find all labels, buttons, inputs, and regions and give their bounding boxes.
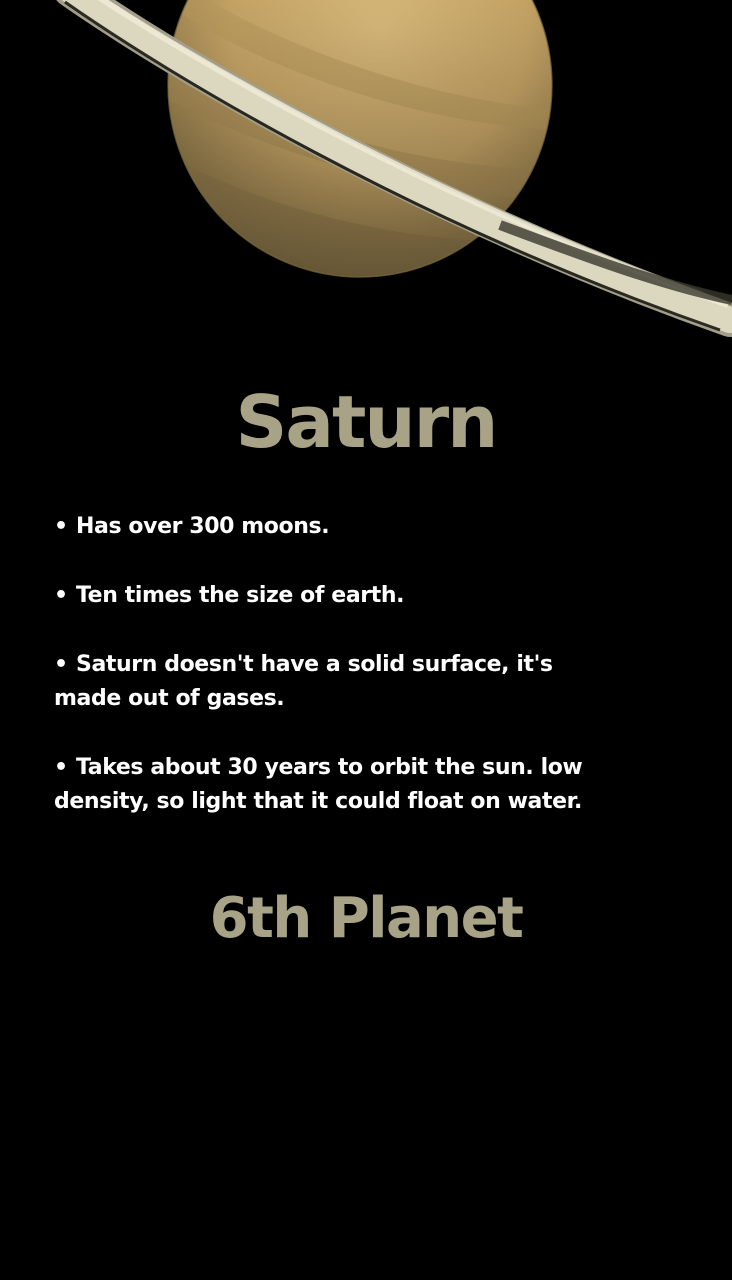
page-title: Saturn (235, 380, 499, 464)
bullet-icon: • (54, 755, 68, 780)
fact-text: Has over 300 moons. (76, 514, 330, 539)
list-item: • Takes about 30 years to orbit the sun. … (54, 751, 614, 819)
fact-text: Takes about 30 years to orbit the sun. l… (54, 755, 583, 814)
planet-order-subtitle: 6th Planet (209, 886, 524, 951)
fact-text: Ten times the size of earth. (76, 583, 405, 608)
saturn-illustration (56, 0, 732, 337)
facts-list: • Has over 300 moons. • Ten times the size… (54, 510, 614, 854)
list-item: • Has over 300 moons. (54, 510, 614, 544)
list-item: • Ten times the size of earth. (54, 579, 614, 613)
list-item: • Saturn doesn't have a solid surface, it… (54, 648, 614, 716)
fact-text: Saturn doesn't have a solid surface, it'… (54, 652, 553, 711)
bullet-icon: • (54, 652, 68, 677)
bullet-icon: • (54, 583, 68, 608)
bullet-icon: • (54, 514, 68, 539)
